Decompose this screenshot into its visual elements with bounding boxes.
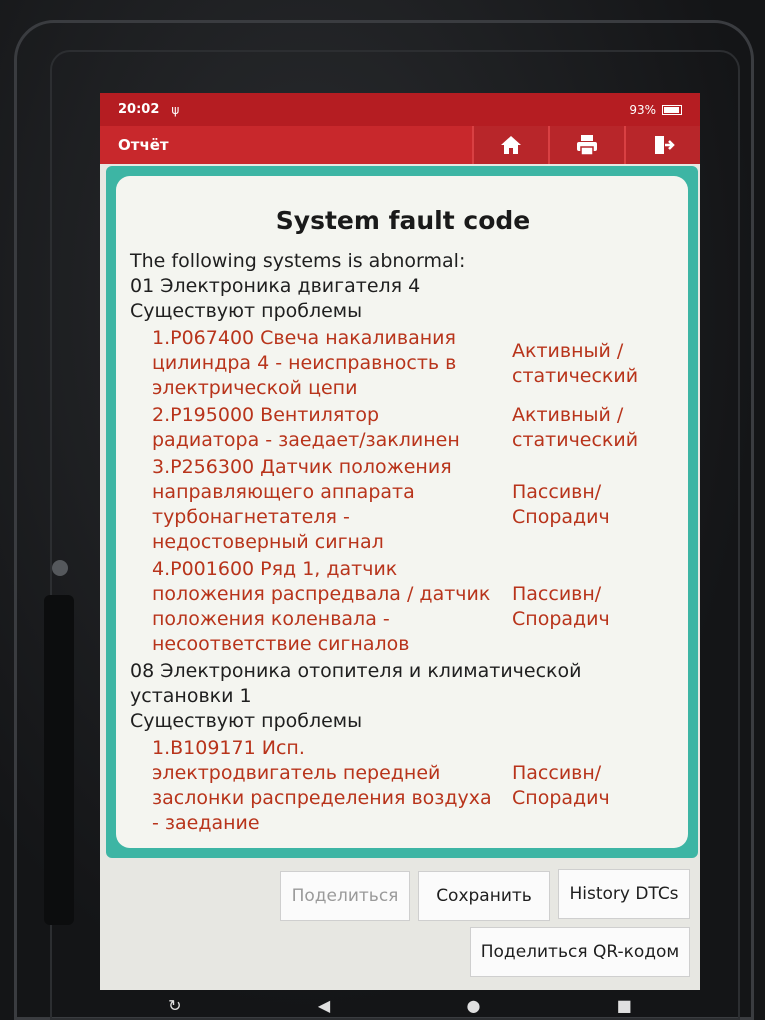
share-button[interactable]: Поделиться — [280, 871, 410, 921]
status-bar: 20:02 ψ 93% — [100, 93, 700, 126]
back-icon[interactable]: ◀ — [318, 996, 330, 1015]
camera-dot — [52, 560, 68, 576]
side-button — [44, 595, 74, 925]
home-circle-icon[interactable]: ● — [466, 996, 480, 1015]
home-button[interactable] — [472, 126, 548, 164]
refresh-icon[interactable]: ↻ — [168, 996, 181, 1015]
fault-item: 1.B109171 Исп. электродвигатель передней… — [130, 736, 676, 836]
fault-status: Пассивн/ Спорадич — [512, 583, 610, 630]
report-card[interactable]: System fault code The following systems … — [116, 176, 688, 848]
system-state: Существуют проблемы — [130, 300, 363, 322]
screen: 20:02 ψ 93% Отчёт System fault code The … — [100, 93, 700, 990]
system-name: 08 Электроника отопителя и климатической… — [130, 660, 582, 707]
fault-item: 3.P256300 Датчик положения направляющего… — [130, 455, 676, 555]
battery-icon — [662, 104, 682, 115]
fault-code: 3.P256300 Датчик положения направляющего… — [152, 456, 452, 553]
exit-button[interactable] — [624, 126, 700, 164]
fault-item: 1.P067400 Свеча накаливания цилиндра 4 -… — [130, 326, 676, 401]
history-dtcs-button[interactable]: History DTCs — [558, 869, 690, 919]
fault-item: 2.P195000 Вентилятор радиатора - заедает… — [130, 403, 676, 453]
fault-status: Активный / статический — [512, 404, 639, 451]
fault-status: Пассивн/ Спорадич — [512, 762, 610, 809]
status-time: 20:02 — [118, 102, 160, 117]
fault-status: Активный / статический — [512, 339, 639, 387]
home-icon — [501, 136, 521, 154]
fault-status: Пассивн/ Спорадич — [512, 481, 610, 528]
printer-icon — [577, 135, 597, 156]
report-heading: System fault code — [275, 206, 531, 235]
page-title: Отчёт — [118, 136, 169, 154]
system-nav-bar: ↻ ◀ ● ■ — [100, 990, 700, 1020]
share-qr-button[interactable]: Поделиться QR-кодом — [470, 927, 690, 977]
fault-code: 4.P001600 Ряд 1, датчик положения распре… — [152, 558, 491, 655]
print-button[interactable] — [548, 126, 624, 164]
fault-code: 2.P195000 Вентилятор радиатора - заедает… — [152, 404, 460, 451]
system-state: Существуют проблемы — [130, 710, 363, 732]
action-bar: Поделиться Сохранить History DTCs Подели… — [100, 863, 700, 990]
report-intro: The following systems is abnormal: — [130, 250, 466, 272]
battery-level: 93% — [629, 102, 656, 117]
title-bar: Отчёт — [100, 126, 700, 164]
save-button[interactable]: Сохранить — [418, 871, 550, 921]
fault-code: 1.P067400 Свеча накаливания цилиндра 4 -… — [152, 327, 457, 399]
system-name: 01 Электроника двигателя 4 — [130, 275, 421, 297]
usb-icon: ψ — [171, 102, 180, 117]
recents-icon[interactable]: ■ — [617, 996, 632, 1015]
fault-code: 1.B109171 Исп. электродвигатель передней… — [152, 737, 492, 834]
report-frame: System fault code The following systems … — [106, 166, 698, 858]
fault-item: 4.P001600 Ряд 1, датчик положения распре… — [130, 557, 676, 657]
exit-icon — [655, 136, 675, 154]
